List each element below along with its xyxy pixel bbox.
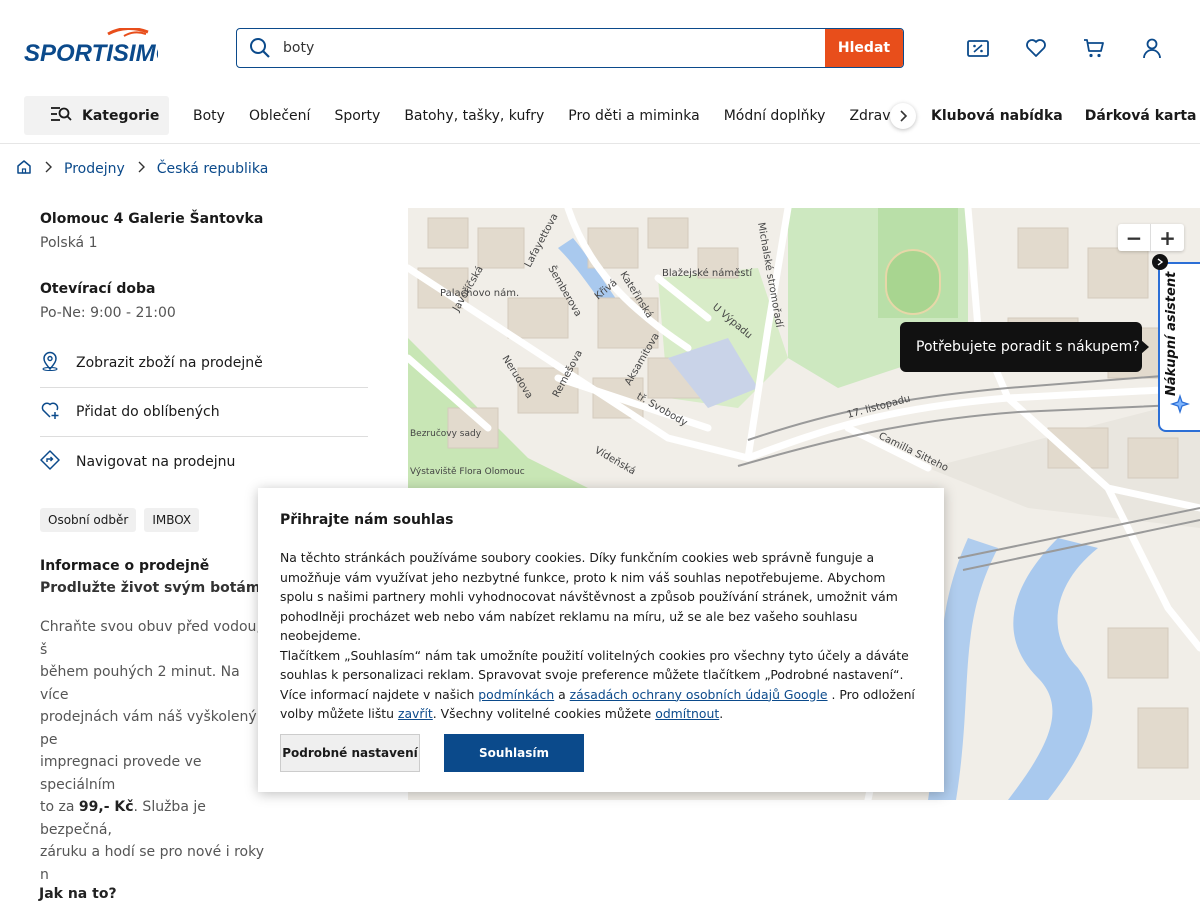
shopping-assistant-tab[interactable]: Nákupní asistent bbox=[1152, 254, 1200, 432]
map-label-bezrucovy-sady: Bezručovy sady bbox=[410, 428, 482, 439]
chevron-right-icon bbox=[900, 110, 908, 122]
heart-plus-icon bbox=[40, 400, 60, 424]
sportisimo-logo[interactable]: SPORTISIMO bbox=[24, 27, 175, 67]
show-products-action[interactable]: Zobrazit zboží na prodejně bbox=[40, 339, 368, 388]
add-favorite-label: Přidat do oblíbených bbox=[76, 404, 220, 420]
cookie-title: Přihrajte nám souhlas bbox=[280, 512, 454, 528]
search-icon bbox=[237, 37, 283, 59]
cart-icon[interactable] bbox=[1082, 36, 1106, 60]
nav-items: Boty Oblečení Sporty Batohy, tašky, kufr… bbox=[193, 96, 893, 135]
chevron-right-icon bbox=[44, 161, 52, 177]
menu-search-icon bbox=[50, 105, 72, 127]
navigate-label: Navigovat na prodejnu bbox=[76, 453, 236, 470]
close-icon[interactable] bbox=[1152, 254, 1168, 270]
nav-item-boty[interactable]: Boty bbox=[193, 108, 225, 124]
add-favorite-action[interactable]: Přidat do oblíbených bbox=[40, 388, 368, 437]
assistant-label: Nákupní asistent bbox=[1164, 271, 1179, 396]
search-button[interactable]: Hledat bbox=[825, 29, 903, 67]
cookie-text-2: Tlačítkem „Souhlasím“ nám tak umožníte p… bbox=[280, 647, 909, 683]
nav-item-sporty[interactable]: Sporty bbox=[334, 108, 380, 124]
directions-icon bbox=[40, 449, 60, 474]
categories-label: Kategorie bbox=[82, 107, 160, 124]
nav-item-doplnky[interactable]: Módní doplňky bbox=[724, 108, 826, 124]
breadcrumb-ceska-republika[interactable]: Česká republika bbox=[157, 161, 269, 177]
nav-item-darkova-karta[interactable]: Dárková karta bbox=[1085, 108, 1197, 124]
reject-link[interactable]: odmítnout bbox=[655, 706, 719, 721]
close-bar-link[interactable]: zavřít bbox=[398, 706, 433, 721]
user-icon[interactable] bbox=[1140, 36, 1164, 60]
cookie-consent-dialog: Přihrajte nám souhlas Na těchto stránkác… bbox=[258, 488, 944, 792]
sparkle-icon bbox=[1168, 392, 1192, 420]
chevron-right-icon bbox=[137, 161, 145, 177]
map-label-palachovo: Palachovo nám. bbox=[440, 287, 519, 299]
home-icon[interactable] bbox=[16, 159, 32, 179]
opening-hours-value: Po-Ne: 9:00 - 21:00 bbox=[40, 305, 176, 321]
logo-text: SPORTISIMO bbox=[24, 40, 158, 66]
map-zoom-controls: − + bbox=[1118, 224, 1184, 251]
breadcrumb: Prodejny Česká republika bbox=[16, 158, 268, 180]
cookie-buttons: Podrobné nastavení Souhlasím bbox=[280, 733, 922, 772]
zoom-out-button[interactable]: − bbox=[1118, 224, 1151, 251]
nav-scroll-right-button[interactable] bbox=[890, 103, 916, 129]
main-nav: Kategorie Boty Oblečení Sporty Batohy, t… bbox=[0, 96, 1200, 144]
breadcrumb-prodejny[interactable]: Prodejny bbox=[64, 161, 125, 177]
header: SPORTISIMO Hledat bbox=[0, 0, 1200, 96]
store-info-question: Jak na to? bbox=[39, 886, 117, 902]
nav-item-batohy[interactable]: Batohy, tašky, kufry bbox=[404, 108, 544, 124]
location-pin-icon bbox=[40, 351, 60, 375]
terms-link[interactable]: podmínkách bbox=[478, 687, 554, 702]
cookie-text-1: Na těchto stránkách používáme soubory co… bbox=[280, 550, 898, 643]
categories-button[interactable]: Kategorie bbox=[24, 96, 169, 135]
tag-imbox: IMBOX bbox=[144, 508, 200, 532]
store-address: Polská 1 bbox=[40, 235, 98, 251]
map-label-blazejske: Blažejské náměstí bbox=[662, 267, 753, 279]
cookie-settings-button[interactable]: Podrobné nastavení bbox=[280, 733, 420, 772]
opening-hours-title: Otevírací doba bbox=[40, 281, 156, 297]
nav-item-deti[interactable]: Pro děti a miminka bbox=[568, 108, 699, 124]
nav-item-obleceni[interactable]: Oblečení bbox=[249, 108, 310, 124]
discount-icon[interactable] bbox=[966, 36, 990, 60]
nav-item-zdravi[interactable]: Zdraví a výživa bbox=[849, 108, 893, 124]
show-products-label: Zobrazit zboží na prodejně bbox=[76, 355, 263, 371]
store-actions: Zobrazit zboží na prodejně Přidat do obl… bbox=[40, 339, 368, 486]
tag-osobni-odber: Osobní odběr bbox=[40, 508, 137, 532]
heart-icon[interactable] bbox=[1024, 36, 1048, 60]
nav-highlights: Klubová nabídka Dárková karta bbox=[931, 96, 1197, 135]
map-label-vystaviste: Výstaviště Flora Olomouc bbox=[410, 466, 525, 477]
assistant-tooltip[interactable]: Potřebujete poradit s nákupem? bbox=[900, 322, 1149, 372]
cookie-accept-button[interactable]: Souhlasím bbox=[444, 733, 584, 772]
cookie-text-3: Více informací najdete v našich podmínká… bbox=[280, 686, 915, 722]
store-info-body: Chraňte svou obuv před vodou, š během po… bbox=[40, 619, 264, 883]
zoom-in-button[interactable]: + bbox=[1151, 224, 1184, 251]
search-input[interactable] bbox=[283, 40, 825, 56]
navigate-action[interactable]: Navigovat na prodejnu bbox=[40, 437, 368, 486]
google-privacy-link[interactable]: zásadách ochrany osobních údajů Google bbox=[570, 687, 828, 702]
nav-item-klubova-nabidka[interactable]: Klubová nabídka bbox=[931, 108, 1063, 124]
store-name: Olomouc 4 Galerie Šantovka bbox=[40, 211, 264, 227]
search-bar: Hledat bbox=[236, 28, 904, 68]
header-icons bbox=[966, 36, 1164, 60]
